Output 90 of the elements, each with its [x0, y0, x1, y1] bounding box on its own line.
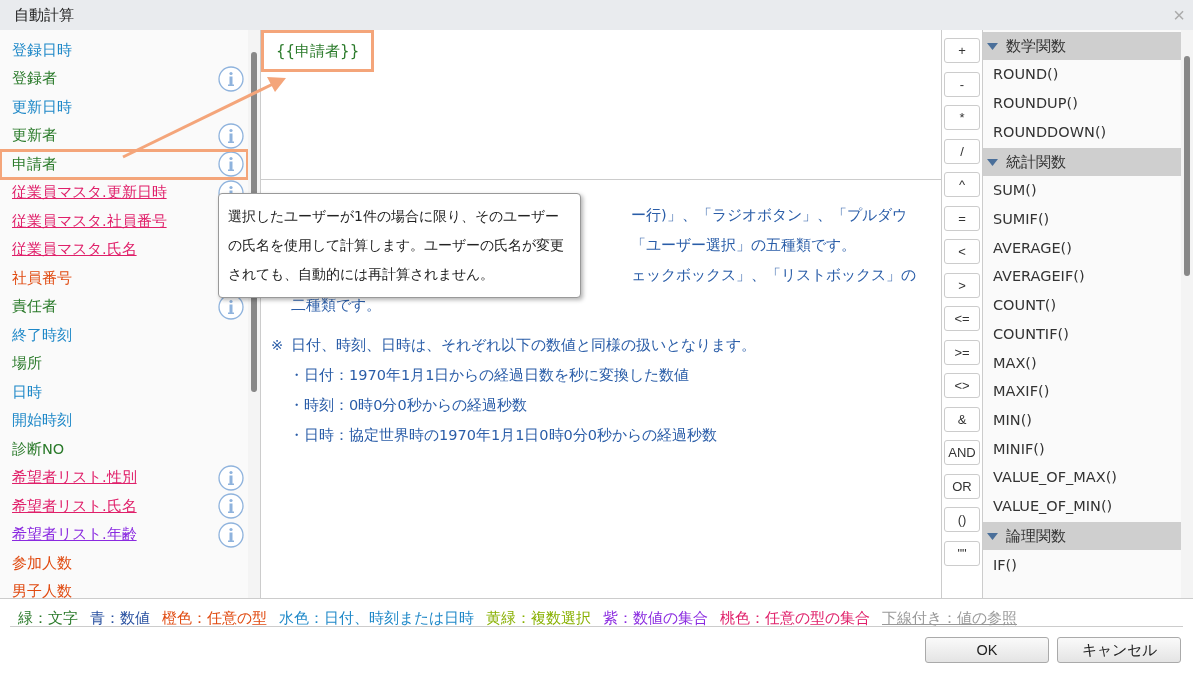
- function-item[interactable]: IF(): [993, 556, 1017, 573]
- caret-icon: [987, 158, 998, 166]
- info-icon[interactable]: [218, 493, 244, 520]
- function-item[interactable]: MIN(): [993, 411, 1032, 428]
- tooltip-text: 選択したユーザーが1件の場合に限り、そのユーザーの氏名を使用して計算します。ユーザーの氏名が変更されても、自動的には再計算されません。: [228, 208, 564, 282]
- formula-text[interactable]: {{申請者}}: [272, 39, 364, 63]
- field-item[interactable]: 終了時刻: [12, 325, 72, 345]
- description-text: ェックボックス」、「リストボックス」の: [631, 267, 916, 283]
- operator-button[interactable]: "": [944, 540, 980, 566]
- field-item[interactable]: 従業員マスタ.社員番号: [12, 211, 167, 231]
- bullet-text: ・日付：1970年1月1日からの経過日数を秒に変換した数値: [289, 367, 690, 383]
- legend-item: 黄緑：複数選択: [486, 609, 591, 626]
- operator-button[interactable]: <: [944, 239, 980, 264]
- description-text: ー行)」、「ラジオボタン」、「プルダウ: [631, 207, 907, 223]
- field-item[interactable]: 責任者: [12, 297, 57, 317]
- operator-button[interactable]: >=: [944, 339, 980, 365]
- function-item[interactable]: AVERAGEIF(): [993, 268, 1085, 285]
- group-title: 統計関数: [1006, 152, 1066, 172]
- legend-item: 下線付き：値の参照: [882, 609, 1017, 626]
- function-item[interactable]: ROUND(): [993, 66, 1059, 83]
- note-text: 日付、時刻、日時は、それぞれ以下の数値と同様の扱いとなります。: [291, 337, 757, 353]
- operator-button[interactable]: OR: [944, 473, 980, 499]
- field-item[interactable]: 参加人数: [12, 553, 72, 573]
- operator-button[interactable]: &: [944, 406, 980, 432]
- info-icon[interactable]: [218, 464, 244, 491]
- window-title: 自動計算: [14, 5, 74, 25]
- group-header[interactable]: 論理関数: [983, 522, 1181, 551]
- operator-button[interactable]: *: [944, 105, 980, 130]
- function-item[interactable]: SUM(): [993, 182, 1037, 199]
- function-item[interactable]: ROUNDDOWN(): [993, 123, 1107, 140]
- field-item[interactable]: 申請者: [12, 154, 57, 174]
- description-text: 二種類です。: [291, 297, 381, 313]
- function-item[interactable]: SUMIF(): [993, 211, 1050, 228]
- description-text: 「ユーザー選択」の五種類です。: [631, 237, 856, 253]
- function-item[interactable]: COUNT(): [993, 297, 1057, 314]
- operator-button[interactable]: ^: [944, 172, 980, 197]
- group-title: 論理関数: [1006, 526, 1066, 546]
- legend-item: 紫：数値の集合: [603, 609, 708, 626]
- field-item[interactable]: 更新日時: [12, 97, 72, 117]
- group-header[interactable]: 数学関数: [983, 32, 1181, 60]
- note-mark: ※: [271, 337, 284, 353]
- field-item[interactable]: 場所: [12, 354, 42, 374]
- operator-button[interactable]: -: [944, 71, 980, 97]
- function-item[interactable]: COUNTIF(): [993, 325, 1069, 342]
- function-item[interactable]: VALUE_OF_MIN(): [993, 497, 1113, 514]
- info-icon[interactable]: [218, 151, 244, 178]
- legend-item: 水色：日付、時刻または日時: [279, 609, 474, 626]
- scrollbar[interactable]: [1181, 30, 1193, 598]
- group-title: 数学関数: [1006, 36, 1066, 56]
- operator-button[interactable]: =: [944, 205, 980, 231]
- field-item[interactable]: 希望者リスト.氏名: [12, 496, 137, 516]
- operator-button[interactable]: <>: [944, 373, 980, 398]
- function-item[interactable]: MAX(): [993, 354, 1037, 371]
- function-item[interactable]: MINIF(): [993, 440, 1045, 457]
- field-item[interactable]: 希望者リスト.性別: [12, 468, 137, 488]
- legend-item: 桃色：任意の型の集合: [720, 609, 870, 626]
- group-header[interactable]: 統計関数: [983, 148, 1181, 177]
- function-item[interactable]: AVERAGE(): [993, 239, 1072, 256]
- operator-button[interactable]: >: [944, 272, 980, 298]
- info-icon[interactable]: [218, 521, 244, 548]
- field-item[interactable]: 希望者リスト.年齢: [12, 525, 137, 545]
- field-item[interactable]: 社員番号: [12, 268, 72, 288]
- legend-item: 橙色：任意の型: [162, 609, 267, 626]
- legend-item: 緑：文字: [18, 609, 78, 626]
- info-icon[interactable]: [218, 65, 244, 92]
- caret-icon: [987, 42, 998, 50]
- caret-icon: [987, 532, 998, 540]
- operator-button[interactable]: /: [944, 138, 980, 164]
- field-item[interactable]: 日時: [12, 382, 42, 402]
- operator-button[interactable]: AND: [944, 440, 980, 465]
- field-item[interactable]: 登録日時: [12, 40, 72, 60]
- function-item[interactable]: ROUNDUP(): [993, 95, 1078, 112]
- legend-item: 青：数値: [90, 609, 150, 626]
- function-item[interactable]: MAXIF(): [993, 383, 1050, 400]
- field-item[interactable]: 従業員マスタ.更新日時: [12, 183, 167, 203]
- bullet-text: ・日時：協定世界時の1970年1月1日0時0分0秒からの経過秒数: [289, 427, 718, 443]
- field-item[interactable]: 開始時刻: [12, 411, 72, 431]
- operator-button[interactable]: +: [944, 38, 980, 63]
- field-item[interactable]: 登録者: [12, 69, 57, 89]
- field-item[interactable]: 診断NO: [12, 439, 65, 459]
- dialog-button[interactable]: キャンセル: [1057, 637, 1181, 663]
- info-icon[interactable]: [218, 122, 244, 149]
- operator-button[interactable]: (): [944, 507, 980, 532]
- field-item[interactable]: 更新者: [12, 126, 57, 146]
- dialog-button[interactable]: OK: [925, 637, 1049, 663]
- operator-button[interactable]: <=: [944, 306, 980, 331]
- field-item[interactable]: 従業員マスタ.氏名: [12, 240, 137, 260]
- field-item[interactable]: 男子人数: [12, 582, 72, 602]
- bullet-text: ・時刻：0時0分0秒からの経過秒数: [289, 397, 527, 413]
- function-item[interactable]: VALUE_OF_MAX(): [993, 469, 1117, 486]
